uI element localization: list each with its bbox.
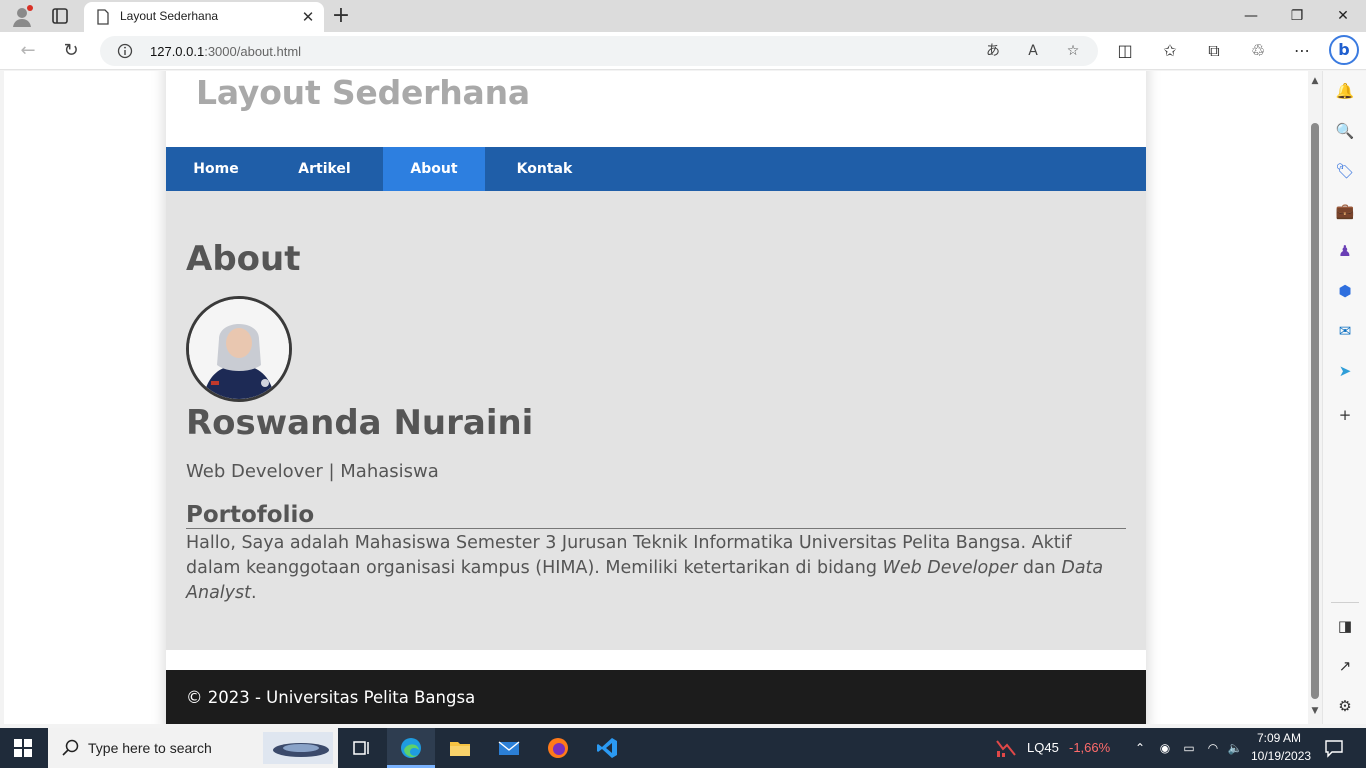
close-window-icon[interactable]: ✕ <box>1328 4 1358 28</box>
page-heading: About <box>186 239 301 279</box>
games-icon[interactable]: ♟ <box>1335 241 1355 261</box>
search-highlight-art-icon <box>263 732 333 764</box>
settings-gear-icon[interactable]: ⚙ <box>1335 696 1355 716</box>
refresh-icon[interactable]: ↻ <box>61 41 81 61</box>
extensions-icon[interactable]: ♲ <box>1248 41 1268 61</box>
minimize-icon[interactable]: — <box>1236 4 1266 28</box>
portfolio-emphasis-web: Web Developer <box>882 558 1018 578</box>
favorite-star-icon[interactable]: ☆ <box>1064 42 1082 60</box>
page-viewport: Layout Sederhana Home Artikel About Kont… <box>4 71 1308 724</box>
browser-tab-bar: Layout Sederhana ✕ + — ❐ ✕ <box>0 0 1366 32</box>
add-icon[interactable]: + <box>1335 405 1355 425</box>
tab-actions-icon[interactable] <box>50 6 70 26</box>
favorites-icon[interactable]: ✩ <box>1160 41 1180 61</box>
taskbar-vscode-icon[interactable] <box>583 728 631 768</box>
office-icon[interactable]: ⬢ <box>1335 281 1355 301</box>
edge-browser-icon <box>401 738 421 758</box>
nav-artikel[interactable]: Artikel <box>266 147 383 191</box>
more-menu-icon[interactable]: ⋯ <box>1292 41 1312 61</box>
bell-icon[interactable]: 🔔 <box>1335 81 1355 101</box>
collections-icon[interactable]: ⧉ <box>1204 41 1224 61</box>
hide-sidebar-icon[interactable]: ◨ <box>1335 616 1355 636</box>
tray-overflow-chevron-icon[interactable]: ⌃ <box>1131 739 1149 757</box>
portfolio-text-part3: . <box>250 583 257 603</box>
about-section: About Roswanda Nuraini Web Develover | M… <box>166 191 1146 650</box>
page-icon <box>97 9 109 25</box>
vscode-icon <box>597 738 617 758</box>
meet-now-icon[interactable]: ◉ <box>1156 739 1174 757</box>
tools-briefcase-icon[interactable]: 💼 <box>1335 201 1355 221</box>
mail-envelope-icon <box>498 741 520 755</box>
profile-name: Roswanda Nuraini <box>186 403 534 443</box>
taskbar-search-box[interactable]: Type here to search <box>48 728 338 768</box>
task-view-glyph-icon <box>353 741 369 755</box>
browser-tab-active[interactable]: Layout Sederhana ✕ <box>84 2 324 32</box>
outlook-icon[interactable]: ✉ <box>1335 321 1355 341</box>
open-external-icon[interactable]: ↗ <box>1335 656 1355 676</box>
restore-icon[interactable]: ❐ <box>1282 4 1312 28</box>
windows-taskbar: Type here to search LQ45 -1,66% ⌃ ◉ ▭ ◠ … <box>0 728 1366 768</box>
firefox-icon <box>548 738 568 758</box>
nav-kontak[interactable]: Kontak <box>485 147 604 191</box>
portfolio-text: Hallo, Saya adalah Mahasiswa Semester 3 … <box>186 531 1126 606</box>
portfolio-text-part2: dan <box>1017 558 1062 578</box>
task-view-icon[interactable] <box>338 728 386 768</box>
vertical-scrollbar[interactable]: ▲ ▼ <box>1308 71 1322 724</box>
clock-date[interactable]: 10/19/2023 <box>1251 749 1311 763</box>
profile-photo <box>186 296 292 402</box>
clock-time[interactable]: 7:09 AM <box>1257 731 1301 745</box>
nav-about[interactable]: About <box>383 147 485 191</box>
page-container: Layout Sederhana Home Artikel About Kont… <box>166 71 1146 724</box>
profile-role: Web Develover | Mahasiswa <box>186 461 439 482</box>
taskbar-edge-icon[interactable] <box>387 728 435 768</box>
new-tab-icon[interactable]: + <box>331 5 351 27</box>
volume-icon[interactable]: 🔈 <box>1226 739 1244 757</box>
url-host: 127.0.0.1 <box>150 44 205 59</box>
url-text: 127.0.0.1:3000/about.html <box>150 44 301 59</box>
windows-start-icon[interactable] <box>14 739 32 757</box>
nav-home[interactable]: Home <box>166 147 266 191</box>
taskbar-file-explorer-icon[interactable] <box>436 728 484 768</box>
split-screen-icon[interactable]: ◫ <box>1115 41 1135 61</box>
sidebar-search-icon[interactable]: 🔍 <box>1335 121 1355 141</box>
scrollbar-thumb[interactable] <box>1311 123 1319 699</box>
shopping-tag-icon[interactable]: 🏷 <box>1335 161 1355 181</box>
sidebar-divider <box>1331 602 1359 603</box>
url-path: :3000/about.html <box>204 44 302 59</box>
stock-ticker[interactable]: LQ45 <box>1027 740 1059 755</box>
stock-change[interactable]: -1,66% <box>1069 740 1110 755</box>
bing-copilot-icon[interactable]: b <box>1329 35 1359 65</box>
site-footer: © 2023 - Universitas Pelita Bangsa <box>166 670 1146 724</box>
notification-center-icon[interactable] <box>1324 738 1344 758</box>
taskbar-firefox-icon[interactable] <box>534 728 582 768</box>
battery-icon[interactable]: ▭ <box>1180 739 1198 757</box>
scroll-down-arrow-icon[interactable]: ▼ <box>1308 705 1322 717</box>
tab-title: Layout Sederhana <box>120 9 219 23</box>
close-tab-icon[interactable]: ✕ <box>300 9 316 25</box>
folder-icon <box>450 742 470 756</box>
read-aloud-icon[interactable]: A <box>1024 42 1042 60</box>
send-icon[interactable]: ➤ <box>1335 361 1355 381</box>
translate-icon[interactable]: あ <box>984 42 1002 60</box>
back-icon[interactable]: ← <box>18 41 38 61</box>
portfolio-heading: Portofolio <box>186 502 1126 529</box>
profile-icon[interactable] <box>10 4 34 28</box>
taskbar-mail-icon[interactable] <box>485 728 533 768</box>
edge-sidebar: 🔔 🔍 🏷 💼 ♟ ⬢ ✉ ➤ + ◨ ↗ ⚙ <box>1322 71 1366 724</box>
taskbar-search-icon <box>62 739 79 756</box>
address-bar: ← ↻ 127.0.0.1:3000/about.html あ A ☆ ◫ ✩ … <box>0 32 1366 70</box>
wifi-icon[interactable]: ◠ <box>1204 739 1222 757</box>
site-info-icon[interactable] <box>117 43 133 59</box>
main-nav: Home Artikel About Kontak <box>166 147 1146 191</box>
site-title: Layout Sederhana <box>196 73 530 112</box>
footer-copyright: © 2023 - Universitas Pelita Bangsa <box>186 688 476 707</box>
stock-chart-icon[interactable] <box>995 737 1017 759</box>
taskbar-search-placeholder: Type here to search <box>88 740 212 756</box>
profile-photo-image <box>189 299 289 399</box>
scroll-up-arrow-icon[interactable]: ▲ <box>1308 75 1322 87</box>
url-field[interactable]: 127.0.0.1:3000/about.html あ A ☆ <box>100 36 1098 66</box>
